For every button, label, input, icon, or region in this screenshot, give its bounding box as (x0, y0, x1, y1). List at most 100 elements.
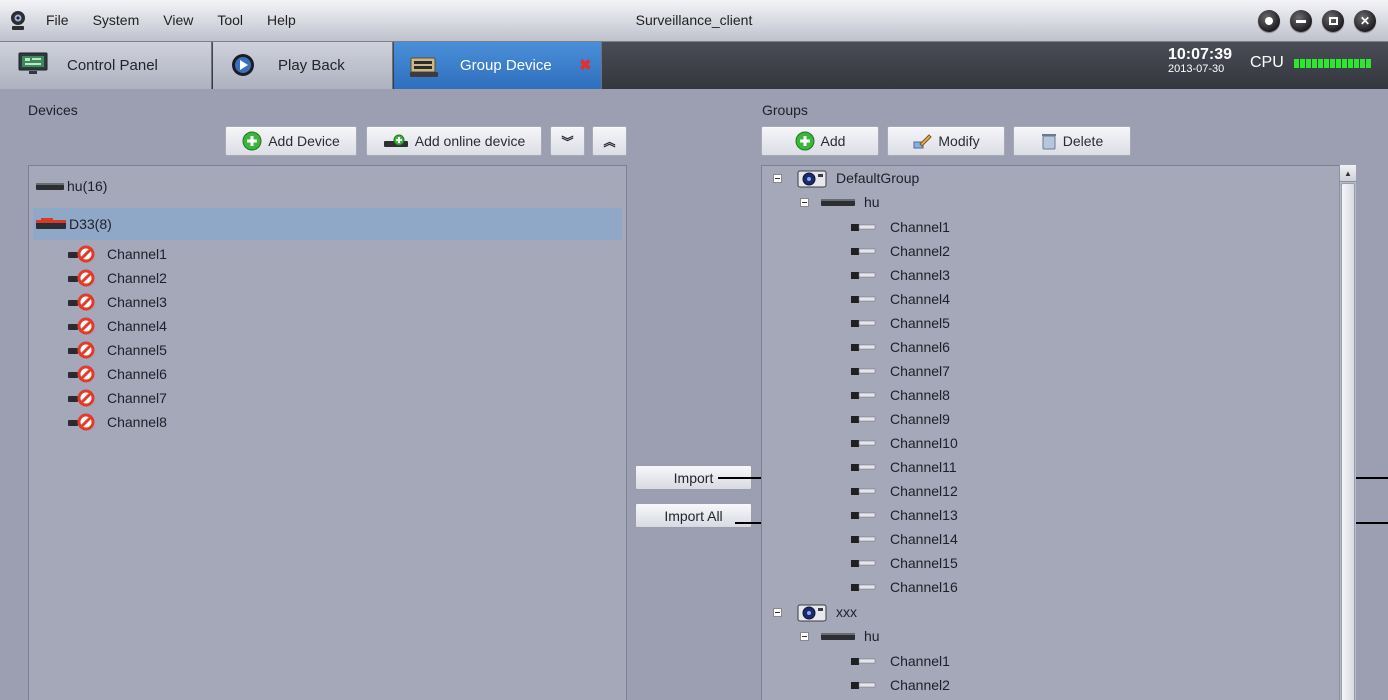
group-channel-row[interactable]: Channel10 (850, 432, 958, 454)
add-device-button[interactable]: Add Device (225, 126, 357, 156)
group-channel-label: Channel15 (890, 555, 958, 571)
camera-offline-icon (67, 317, 97, 335)
tab-play-back[interactable]: Play Back (213, 42, 393, 89)
online-device-icon (383, 133, 409, 149)
group-channel-row[interactable]: Channel13 (850, 504, 958, 526)
device-channel-row[interactable]: Channel6 (67, 363, 167, 385)
device-node-hu[interactable]: hu(16) (35, 175, 620, 197)
camera-online-icon (850, 532, 878, 546)
group-channel-label: Channel3 (890, 267, 950, 283)
device-channel-row[interactable]: Channel7 (67, 387, 167, 409)
group-channel-row[interactable]: Channel12 (850, 480, 958, 502)
delete-group-button[interactable]: Delete (1013, 126, 1131, 156)
group-channel-label: Channel13 (890, 507, 958, 523)
group-channel-row[interactable]: Channel2 (850, 674, 950, 696)
group-channel-row[interactable]: Channel15 (850, 552, 958, 574)
device-node-hu-label: hu(16) (67, 178, 108, 194)
group-channel-row[interactable]: Channel5 (850, 312, 950, 334)
maximize-window-button[interactable] (1322, 10, 1344, 32)
camera-offline-icon (67, 293, 97, 311)
group-channel-row[interactable]: Channel4 (850, 288, 950, 310)
minimize-window-button[interactable] (1290, 10, 1312, 32)
device-node-d33[interactable]: D33(8) (33, 208, 622, 240)
collapse-toggle-icon[interactable] (800, 632, 809, 641)
group-channel-row[interactable]: Channel8 (850, 384, 950, 406)
collapse-all-button[interactable]: ︽ (592, 126, 627, 156)
devices-heading: Devices (28, 102, 78, 118)
group-node-defaultgroup[interactable]: DefaultGroup (796, 167, 919, 189)
add-group-button[interactable]: Add (761, 126, 879, 156)
group-channel-label: Channel10 (890, 435, 958, 451)
device-channel-row[interactable]: Channel4 (67, 315, 167, 337)
settings-window-button[interactable] (1258, 10, 1280, 32)
collapse-toggle-icon[interactable] (773, 608, 782, 617)
close-icon: ✕ (1359, 14, 1371, 28)
menu-system[interactable]: System (93, 12, 140, 28)
camera-offline-icon (67, 413, 97, 431)
menu-bar: File System View Tool Help (46, 12, 320, 28)
device-channel-label: Channel3 (107, 294, 167, 310)
group-device-icon (408, 52, 440, 80)
tab-control-panel-label: Control Panel (67, 57, 158, 74)
trash-icon (1041, 132, 1057, 150)
group-channel-row[interactable]: Channel9 (850, 408, 950, 430)
device-channel-label: Channel1 (107, 246, 167, 262)
close-tab-icon[interactable]: ✖ (579, 56, 592, 74)
menu-view[interactable]: View (163, 12, 193, 28)
group-channel-row[interactable]: Channel1 (850, 216, 950, 238)
group-device-node-hu[interactable]: hu (820, 191, 880, 213)
collapse-toggle-icon[interactable] (773, 174, 782, 183)
scroll-thumb[interactable] (1341, 183, 1355, 700)
camera-online-icon (850, 244, 878, 258)
group-channel-row[interactable]: Channel2 (850, 240, 950, 262)
double-chevron-down-icon: ︾ (561, 134, 574, 149)
group-device-node-hu[interactable]: hu (820, 625, 880, 647)
device-channel-row[interactable]: Channel1 (67, 243, 167, 265)
menu-file[interactable]: File (46, 12, 69, 28)
device-channel-row[interactable]: Channel5 (67, 339, 167, 361)
groups-scrollbar[interactable]: ▲ (1339, 165, 1356, 700)
close-window-button[interactable]: ✕ (1354, 10, 1376, 32)
monitor-icon (18, 52, 48, 76)
add-online-device-button[interactable]: Add online device (366, 126, 542, 156)
group-channel-row[interactable]: Channel3 (850, 264, 950, 286)
device-node-d33-label: D33(8) (69, 216, 112, 232)
camera-online-icon (850, 580, 878, 594)
tab-group-device[interactable]: Group Device ✖ (394, 42, 602, 89)
group-channel-row[interactable]: Channel6 (850, 336, 950, 358)
device-channel-label: Channel2 (107, 270, 167, 286)
menu-tool[interactable]: Tool (217, 12, 243, 28)
menu-help[interactable]: Help (267, 12, 296, 28)
group-channel-row[interactable]: Channel7 (850, 360, 950, 382)
group-channel-row[interactable]: Channel11 (850, 456, 957, 478)
camera-online-icon (850, 556, 878, 570)
camera-online-icon (850, 508, 878, 522)
scroll-up-arrow-icon[interactable]: ▲ (1340, 165, 1356, 182)
camera-online-icon (850, 340, 878, 354)
devices-tree-panel: hu(16) D33(8) Channel1 Channel2 Channel3… (28, 165, 627, 700)
minimize-icon (1296, 19, 1306, 23)
collapse-toggle-icon[interactable] (800, 198, 809, 207)
tab-group-device-label: Group Device (460, 57, 552, 74)
tab-control-panel[interactable]: Control Panel (0, 42, 212, 89)
modify-group-button[interactable]: Modify (887, 126, 1005, 156)
group-node-defaultgroup-label: DefaultGroup (836, 170, 920, 186)
device-channel-row[interactable]: Channel8 (67, 411, 167, 433)
device-channel-row[interactable]: Channel3 (67, 291, 167, 313)
camera-online-icon (850, 220, 878, 234)
group-channel-label: Channel16 (890, 579, 958, 595)
settings-icon (1265, 17, 1273, 25)
import-all-button[interactable]: Import All (635, 503, 752, 528)
device-channel-row[interactable]: Channel2 (67, 267, 167, 289)
group-channel-row[interactable]: Channel1 (850, 650, 950, 672)
group-channel-row[interactable]: Channel16 (850, 576, 958, 598)
double-chevron-up-icon: ︽ (603, 134, 616, 149)
group-node-xxx[interactable]: xxx (796, 601, 857, 623)
camera-online-icon (850, 484, 878, 498)
group-camera-icon (796, 167, 828, 189)
cpu-label: CPU (1250, 54, 1284, 71)
window-title: Surveillance_client (635, 12, 753, 28)
group-channel-row[interactable]: Channel14 (850, 528, 958, 550)
expand-all-button[interactable]: ︾ (550, 126, 585, 156)
group-channel-label: Channel12 (890, 483, 958, 499)
